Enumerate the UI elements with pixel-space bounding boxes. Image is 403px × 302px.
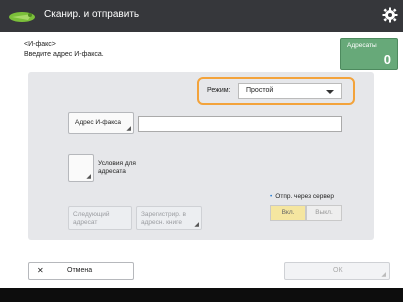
ok-button-label: ОК — [333, 267, 343, 274]
next-destination-button[interactable]: Следующий адресат — [68, 206, 132, 230]
register-address-book-button[interactable]: Зарегистрир. в адресн. книге ◢ — [136, 206, 202, 230]
fax-address-button-label: Адрес И-факса — [75, 119, 121, 126]
send-via-server-text: Отпр. через сервер — [275, 193, 335, 200]
destinations-counter[interactable]: Адресаты 0 — [340, 38, 398, 70]
server-on-toggle[interactable]: Вкл. — [270, 205, 306, 221]
mode-label: Режим: — [207, 87, 231, 94]
instruction-text: Введите адрес И-факса. — [24, 51, 104, 58]
corner-mark-icon: ◢ — [86, 174, 91, 180]
bullet-icon: • — [270, 193, 273, 200]
server-off-toggle[interactable]: Выкл. — [306, 205, 342, 221]
ok-button[interactable]: ОК ◢ — [284, 262, 390, 280]
mode-select-value: Простой — [246, 87, 274, 94]
fax-address-button[interactable]: Адрес И-факса ◢ — [68, 112, 134, 134]
cancel-button[interactable]: ✕ Отмена — [28, 262, 134, 280]
close-icon: ✕ — [37, 266, 44, 275]
section-title: <И-факс> — [24, 41, 56, 48]
cancel-button-label: Отмена — [67, 267, 93, 274]
mode-select[interactable]: Простой — [238, 83, 342, 99]
register-address-book-label: Зарегистрир. в адресн. книге — [141, 211, 186, 226]
scan-send-logo-icon — [9, 12, 35, 22]
corner-mark-icon: ◢ — [381, 272, 386, 278]
corner-mark-icon: ◢ — [194, 222, 199, 228]
app-title: Сканир. и отправить — [44, 9, 140, 20]
destinations-label: Адресаты — [347, 42, 377, 49]
next-destination-label: Следующий адресат — [73, 211, 110, 226]
send-via-server-label: • Отпр. через сервер — [270, 193, 334, 200]
destination-conditions-label: Условия для адресата — [98, 160, 136, 176]
bottom-bar — [0, 288, 403, 302]
chevron-down-icon — [326, 90, 334, 94]
corner-mark-icon: ◢ — [126, 126, 131, 132]
gear-icon[interactable] — [382, 7, 398, 23]
conditions-label-line2: адресата — [98, 168, 126, 175]
conditions-label-line1: Условия для — [98, 160, 136, 167]
fax-address-input[interactable] — [138, 116, 342, 132]
destinations-count: 0 — [383, 52, 391, 67]
destination-conditions-button[interactable]: ◢ — [68, 154, 94, 182]
top-bar: Сканир. и отправить — [0, 0, 403, 32]
instruction-header: <И-факс> Введите адрес И-факса. — [24, 40, 104, 60]
